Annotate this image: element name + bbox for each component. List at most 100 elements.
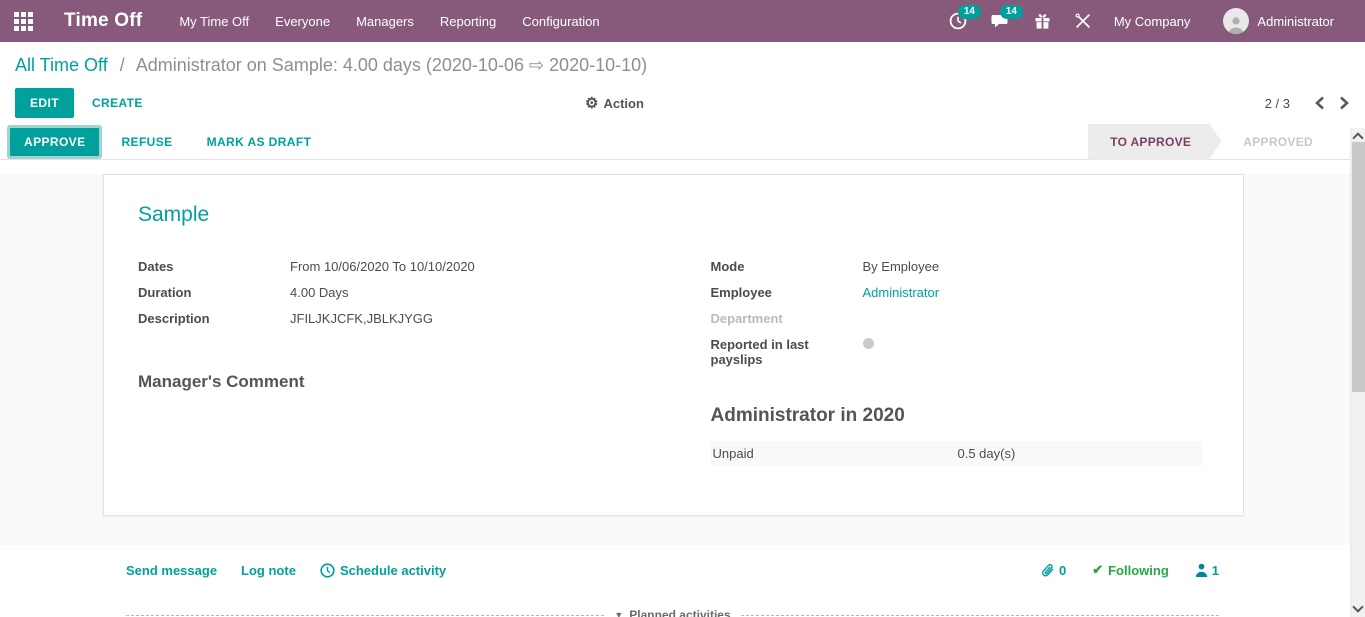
breadcrumb-current: Administrator on Sample: 4.00 days (2020…: [136, 55, 647, 75]
tools-button[interactable]: [1066, 0, 1100, 42]
menu-managers[interactable]: Managers: [347, 0, 423, 42]
followers-count: 1: [1212, 563, 1219, 578]
planned-activities-toggle[interactable]: ▼ Planned activities: [604, 608, 740, 617]
field-label-mode: Mode: [711, 259, 863, 274]
messages-button[interactable]: 14: [982, 0, 1019, 42]
apps-menu-button[interactable]: [0, 0, 46, 42]
planned-activities-divider: ▼ Planned activities: [126, 608, 1219, 617]
leave-type: Unpaid: [713, 446, 958, 461]
state-to-approve[interactable]: TO APPROVE: [1088, 124, 1221, 160]
vertical-scrollbar[interactable]: [1350, 128, 1365, 617]
field-department: Department: [711, 311, 1210, 326]
chatter: Send message Log note Schedule activity …: [0, 545, 1365, 617]
pager: 2 / 3: [1265, 96, 1350, 111]
divider-dash-right: [741, 615, 1219, 616]
action-label: Action: [603, 96, 643, 111]
leave-amount: 0.5 day(s): [958, 446, 1016, 461]
gift-icon: [1034, 13, 1051, 30]
send-message-button[interactable]: Send message: [126, 563, 217, 578]
field-column-left: Dates From 10/06/2020 To 10/10/2020 Dura…: [138, 259, 674, 466]
leave-summary: Administrator in 2020 Unpaid 0.5 day(s): [711, 405, 1210, 466]
control-panel: EDIT CREATE ⚙ Action 2 / 3: [0, 82, 1365, 124]
tools-icon: [1075, 13, 1091, 29]
leave-summary-title: Administrator in 2020: [711, 405, 1210, 427]
field-grid: Dates From 10/06/2020 To 10/10/2020 Dura…: [138, 259, 1209, 466]
leave-summary-row: Unpaid 0.5 day(s): [711, 441, 1203, 466]
avatar: [1223, 8, 1249, 34]
scroll-down-arrow-icon[interactable]: [1352, 601, 1363, 612]
action-menu-button[interactable]: ⚙ Action: [585, 82, 644, 124]
apps-grid-icon: [14, 12, 33, 31]
approve-button[interactable]: APPROVE: [10, 128, 99, 156]
schedule-activity-button[interactable]: Schedule activity: [320, 563, 446, 578]
breadcrumb-parent-link[interactable]: All Time Off: [15, 55, 108, 75]
statusbar: APPROVE REFUSE MARK AS DRAFT TO APPROVE …: [0, 124, 1365, 160]
field-label-department: Department: [711, 311, 863, 326]
field-employee: Employee Administrator: [711, 285, 1210, 300]
field-description: Description JFILJKJCFK,JBLKJYGG: [138, 311, 674, 326]
field-label-description: Description: [138, 311, 290, 326]
gear-icon: ⚙: [585, 94, 598, 112]
attachments-button[interactable]: 0: [1041, 563, 1066, 578]
activities-button[interactable]: 14: [940, 0, 976, 42]
breadcrumb: All Time Off / Administrator on Sample: …: [0, 42, 1365, 82]
field-label-employee: Employee: [711, 285, 863, 300]
check-icon: ✔: [1092, 562, 1103, 578]
systray: 14 14 My Company Administrator: [940, 0, 1351, 42]
clock-icon: [320, 563, 335, 578]
field-mode: Mode By Employee: [711, 259, 1210, 274]
followers-button[interactable]: 1: [1195, 563, 1219, 578]
app-title[interactable]: Time Off: [64, 10, 142, 32]
statusbar-states: TO APPROVE APPROVED: [1088, 124, 1335, 160]
mark-as-draft-button[interactable]: MARK AS DRAFT: [195, 128, 324, 156]
following-button[interactable]: ✔ Following: [1092, 562, 1169, 578]
field-label-duration: Duration: [138, 285, 290, 300]
refuse-button[interactable]: REFUSE: [109, 128, 184, 156]
chatter-right-tools: 0 ✔ Following 1: [1041, 562, 1219, 578]
top-navbar: Time Off My Time Off Everyone Managers R…: [0, 0, 1365, 42]
menu-my-time-off[interactable]: My Time Off: [170, 0, 258, 42]
person-icon: [1195, 563, 1208, 577]
divider-dash-left: [126, 615, 604, 616]
field-value-dates: From 10/06/2020 To 10/10/2020: [290, 259, 475, 274]
pager-next-button[interactable]: [1339, 96, 1350, 110]
activity-count-badge: 14: [958, 5, 981, 19]
record-title: Sample: [138, 203, 1209, 227]
company-switcher[interactable]: My Company: [1106, 0, 1199, 42]
field-reported-payslips: Reported in last payslips: [711, 337, 1210, 367]
field-duration: Duration 4.00 Days: [138, 285, 674, 300]
menu-configuration[interactable]: Configuration: [513, 0, 608, 42]
pager-previous-button[interactable]: [1314, 96, 1325, 110]
breadcrumb-separator: /: [120, 55, 125, 75]
pager-value: 2 / 3: [1265, 96, 1290, 111]
attachments-count: 0: [1059, 563, 1066, 578]
menu-reporting[interactable]: Reporting: [431, 0, 505, 42]
caret-down-icon: ▼: [614, 610, 623, 617]
field-value-mode: By Employee: [863, 259, 940, 274]
navbar-left: Time Off My Time Off Everyone Managers R…: [0, 0, 609, 42]
chatter-toolbar: Send message Log note Schedule activity …: [126, 562, 1219, 578]
user-name: Administrator: [1249, 14, 1342, 29]
field-dates: Dates From 10/06/2020 To 10/10/2020: [138, 259, 674, 274]
field-value-duration: 4.00 Days: [290, 285, 349, 300]
scrollbar-thumb[interactable]: [1352, 142, 1365, 392]
field-value-description: JFILJKJCFK,JBLKJYGG: [290, 311, 433, 326]
user-menu[interactable]: Administrator: [1204, 0, 1351, 42]
reported-payslips-indicator-dot: [863, 338, 874, 349]
main-menu: My Time Off Everyone Managers Reporting …: [170, 0, 608, 42]
field-column-right: Mode By Employee Employee Administrator …: [674, 259, 1210, 466]
edit-button[interactable]: EDIT: [15, 88, 74, 118]
gift-button[interactable]: [1025, 0, 1060, 42]
field-value-employee-link[interactable]: Administrator: [863, 285, 940, 300]
log-note-button[interactable]: Log note: [241, 563, 296, 578]
create-button[interactable]: CREATE: [80, 88, 155, 118]
schedule-activity-label: Schedule activity: [340, 563, 446, 578]
message-count-badge: 14: [1000, 5, 1023, 19]
record-card: Sample Dates From 10/06/2020 To 10/10/20…: [103, 174, 1244, 516]
state-approved[interactable]: APPROVED: [1221, 124, 1335, 160]
paperclip-icon: [1041, 563, 1055, 578]
managers-comment-title: Manager's Comment: [138, 372, 674, 392]
menu-everyone[interactable]: Everyone: [266, 0, 339, 42]
statusbar-buttons: APPROVE REFUSE MARK AS DRAFT: [10, 128, 333, 156]
field-label-dates: Dates: [138, 259, 290, 274]
